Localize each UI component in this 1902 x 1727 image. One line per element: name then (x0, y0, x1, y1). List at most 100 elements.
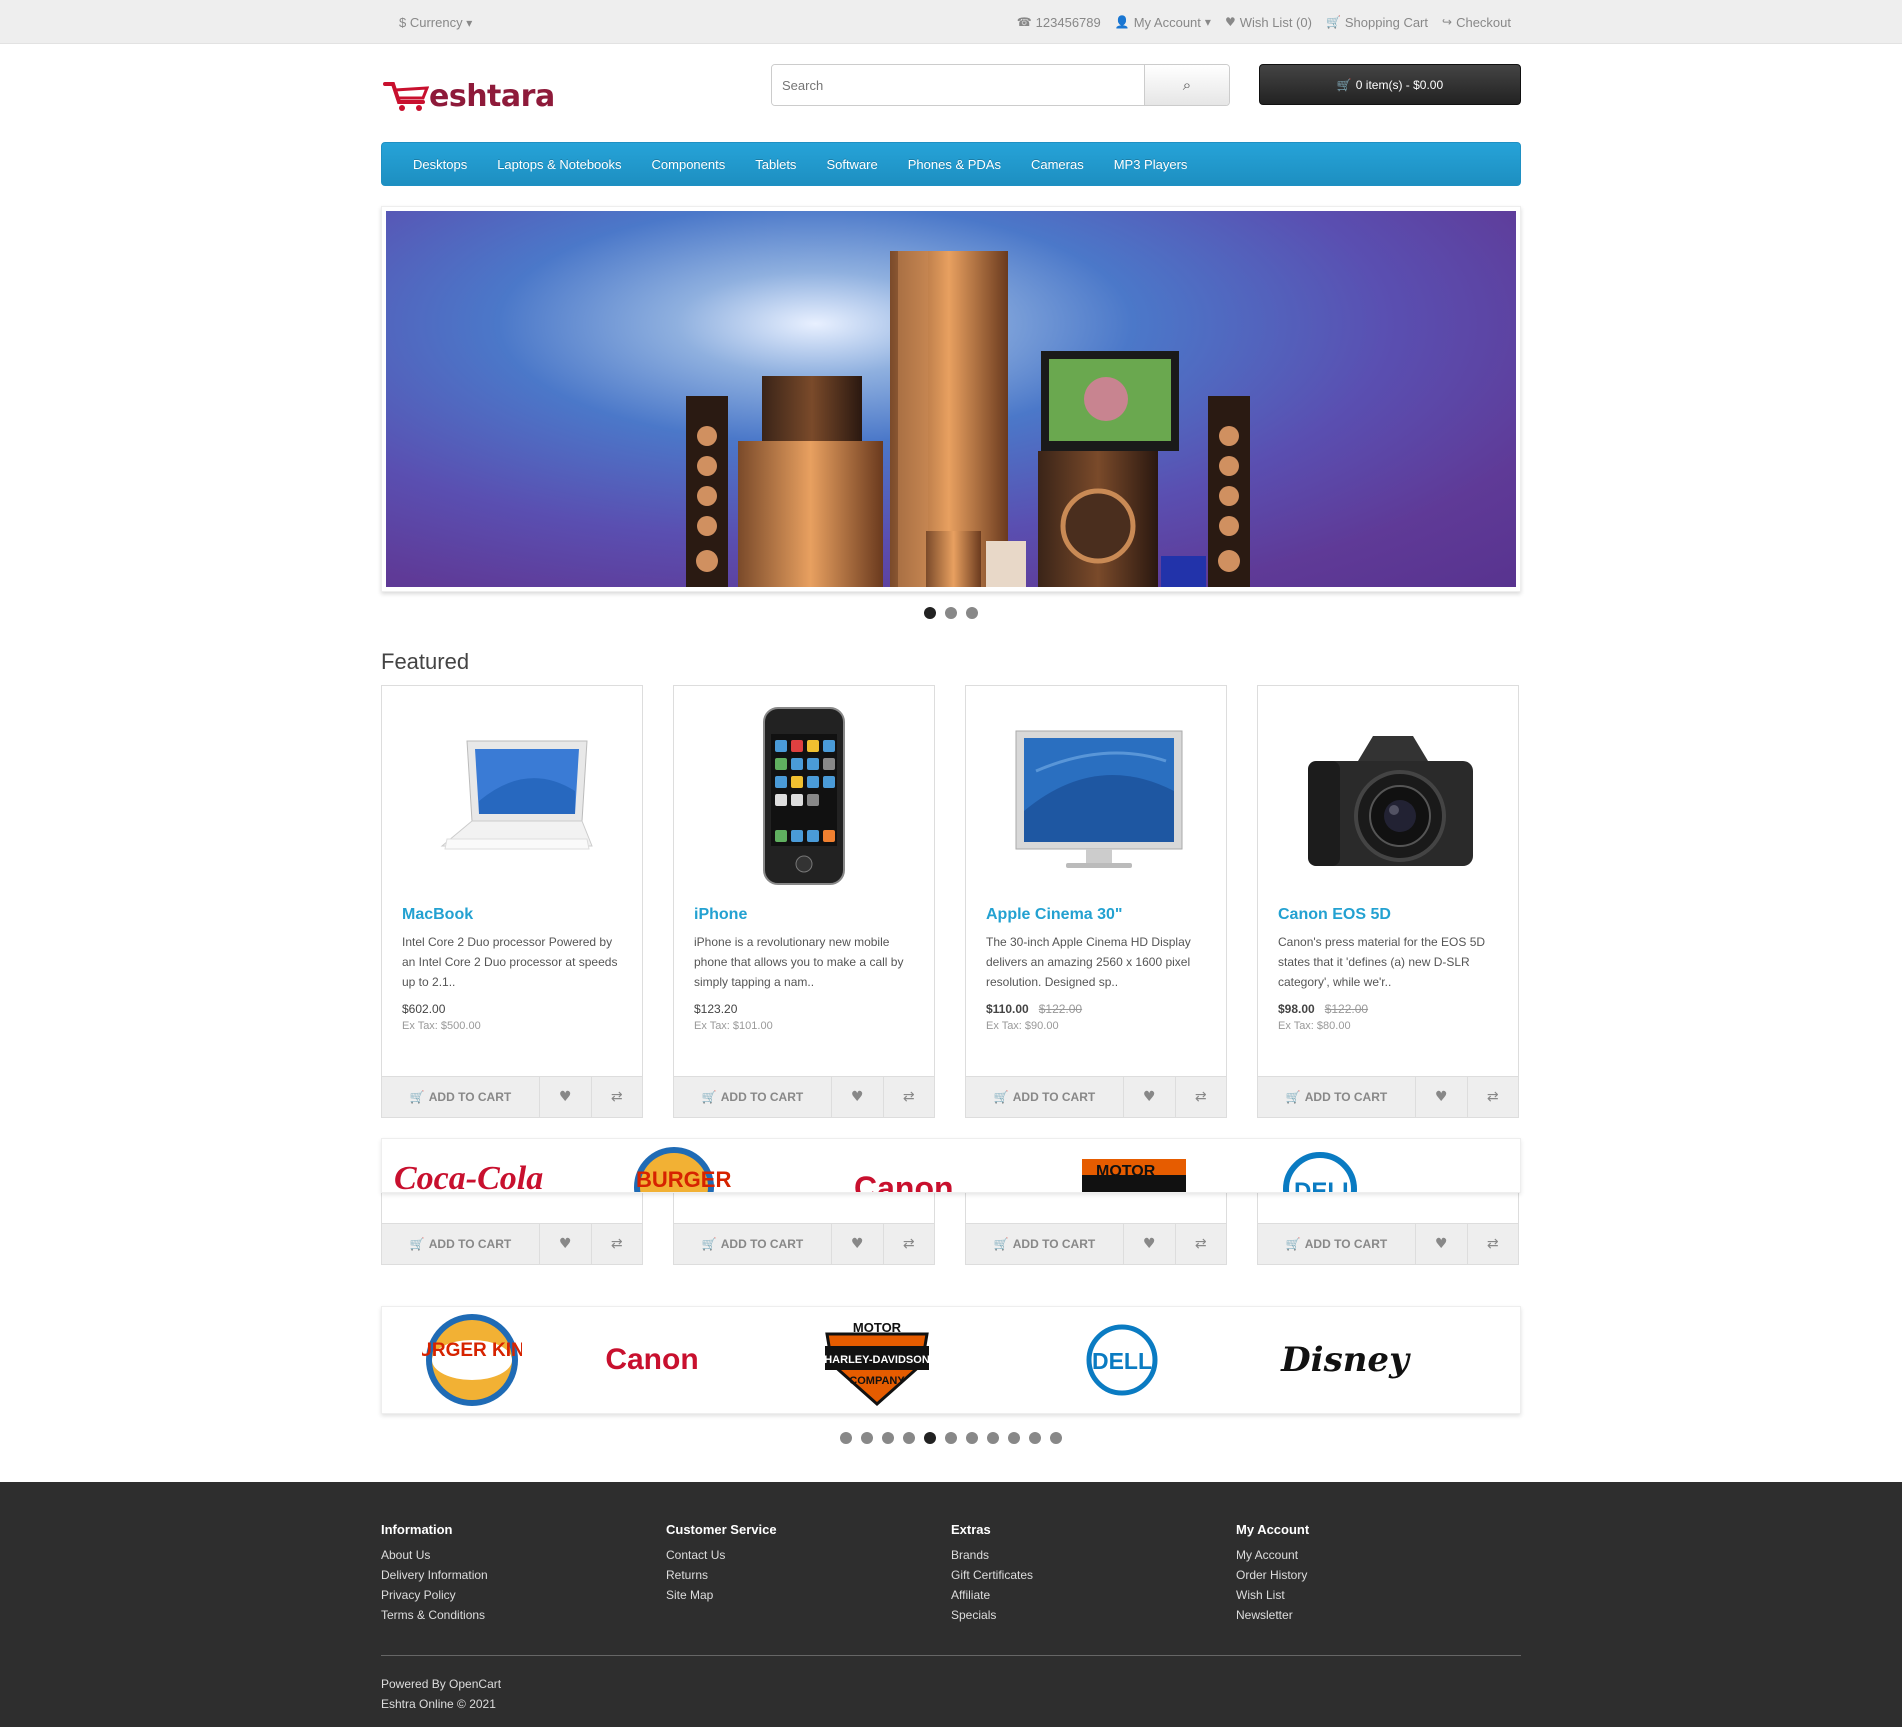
product-extax: Ex Tax: $90.00 (986, 1020, 1059, 1032)
search-box: ⌕ (771, 64, 1230, 106)
add-to-cart-button[interactable]: 🛒 ADD TO CART (382, 1077, 540, 1117)
compare-button[interactable]: ⇄ (592, 1077, 643, 1117)
add-to-cart-button[interactable]: 🛒 ADD TO CART (382, 1224, 540, 1264)
compare-button[interactable]: ⇄ (1468, 1224, 1519, 1264)
footer-link[interactable]: Privacy Policy (381, 1585, 666, 1605)
menu-item-components[interactable]: Components (637, 157, 741, 172)
wish-list-link[interactable]: ♥ Wish List (0) (1225, 15, 1312, 30)
my-account-dropdown[interactable]: 👤 My Account ▾ (1115, 15, 1211, 30)
footer-link[interactable]: Terms & Conditions (381, 1605, 666, 1625)
wishlist-button[interactable]: ♥ (1416, 1224, 1468, 1264)
wishlist-button[interactable]: ♥ (1124, 1224, 1176, 1264)
slide-dot[interactable] (945, 607, 957, 619)
carousel-dot[interactable] (882, 1432, 894, 1444)
add-to-cart-button[interactable]: 🛒 ADD TO CART (1258, 1077, 1416, 1117)
compare-button[interactable]: ⇄ (1176, 1077, 1227, 1117)
slideshow[interactable] (381, 206, 1521, 592)
add-to-cart-button[interactable]: 🛒 ADD TO CART (966, 1077, 1124, 1117)
shopping-cart-link[interactable]: 🛒 Shopping Cart (1326, 15, 1428, 30)
slide-dot[interactable] (966, 607, 978, 619)
product-name[interactable]: Canon EOS 5D (1278, 906, 1498, 924)
wishlist-button[interactable]: ♥ (832, 1224, 884, 1264)
brand-logo-burger-king[interactable]: BURGER KING (382, 1307, 562, 1413)
footer-link[interactable]: Returns (666, 1565, 951, 1585)
currency-dropdown[interactable]: $ Currency ▾ (399, 15, 472, 30)
carousel-dot[interactable] (840, 1432, 852, 1444)
slide-dot[interactable] (924, 607, 936, 619)
footer-heading: Information (381, 1522, 453, 1537)
footer-link[interactable]: Site Map (666, 1585, 951, 1605)
wishlist-button[interactable]: ♥ (1416, 1077, 1468, 1117)
brand-logo-dell[interactable]: DELL (1032, 1307, 1212, 1413)
footer-link[interactable]: Delivery Information (381, 1565, 666, 1585)
menu-item-software[interactable]: Software (811, 157, 892, 172)
search-input[interactable] (772, 65, 1144, 105)
product-image-macbook[interactable] (392, 696, 632, 896)
cart-button[interactable]: 🛒 0 item(s) - $0.00 (1259, 64, 1521, 105)
footer-column-customer-service: Customer Service Contact Us Returns Site… (666, 1522, 951, 1625)
compare-button[interactable]: ⇄ (592, 1224, 643, 1264)
product-image-apple-cinema[interactable] (976, 696, 1216, 896)
footer-link[interactable]: Affiliate (951, 1585, 1236, 1605)
footer-link[interactable]: My Account (1236, 1545, 1521, 1565)
wishlist-button[interactable]: ♥ (1124, 1077, 1176, 1117)
product-name[interactable]: Apple Cinema 30" (986, 906, 1206, 924)
compare-button[interactable]: ⇄ (884, 1077, 935, 1117)
brand-label: BURGER KING (422, 1340, 522, 1361)
carousel-dot[interactable] (1029, 1432, 1041, 1444)
exchange-icon: ⇄ (1194, 1089, 1207, 1105)
compare-button[interactable]: ⇄ (1176, 1224, 1227, 1264)
add-to-cart-button[interactable]: 🛒 ADD TO CART (674, 1224, 832, 1264)
menu-item-mp3[interactable]: MP3 Players (1099, 157, 1203, 172)
menu-item-desktops[interactable]: Desktops (398, 157, 482, 172)
carousel-dot[interactable] (1050, 1432, 1062, 1444)
product-image-iphone[interactable] (684, 696, 924, 896)
search-button[interactable]: ⌕ (1144, 65, 1229, 105)
cart-icon: 🛒 (1325, 15, 1341, 29)
logo[interactable]: eshtara (383, 78, 555, 114)
wishlist-button[interactable]: ♥ (540, 1224, 592, 1264)
footer-link[interactable]: Contact Us (666, 1545, 951, 1565)
exchange-icon: ⇄ (610, 1089, 623, 1105)
menu-item-cameras[interactable]: Cameras (1016, 157, 1099, 172)
carousel-dot[interactable] (945, 1432, 957, 1444)
product-description: The 30-inch Apple Cinema HD Display deli… (986, 935, 1191, 989)
add-to-cart-button[interactable]: 🛒 ADD TO CART (674, 1077, 832, 1117)
footer-link[interactable]: Gift Certificates (951, 1565, 1236, 1585)
add-to-cart-button[interactable]: 🛒 ADD TO CART (1258, 1224, 1416, 1264)
carousel-dot[interactable] (1008, 1432, 1020, 1444)
footer-link[interactable]: About Us (381, 1545, 666, 1565)
heart-icon: ♥ (558, 1089, 572, 1105)
brand-logo-disney[interactable]: Disney (1255, 1307, 1435, 1413)
featured-products: MacBook Intel Core 2 Duo processor Power… (381, 685, 1521, 1118)
wishlist-button[interactable]: ♥ (540, 1077, 592, 1117)
footer-link[interactable]: Brands (951, 1545, 1236, 1565)
exchange-icon: ⇄ (1194, 1236, 1207, 1252)
carousel-dot[interactable] (903, 1432, 915, 1444)
menu-item-laptops[interactable]: Laptops & Notebooks (482, 157, 636, 172)
phone-link[interactable]: ☎ 123456789 (1017, 15, 1101, 30)
wishlist-button[interactable]: ♥ (832, 1077, 884, 1117)
product-name[interactable]: iPhone (694, 906, 914, 924)
footer-column-information: Information About Us Delivery Informatio… (381, 1522, 666, 1625)
menu-item-phones[interactable]: Phones & PDAs (893, 157, 1016, 172)
menu-item-tablets[interactable]: Tablets (740, 157, 811, 172)
checkout-link[interactable]: ↪ Checkout (1442, 15, 1511, 30)
carousel-dot[interactable] (924, 1432, 936, 1444)
carousel-dot[interactable] (987, 1432, 999, 1444)
compare-button[interactable]: ⇄ (1468, 1077, 1519, 1117)
compare-button[interactable]: ⇄ (884, 1224, 935, 1264)
brand-logo-canon[interactable]: Canon (562, 1307, 742, 1413)
add-to-cart-button[interactable]: 🛒 ADD TO CART (966, 1224, 1124, 1264)
product-name[interactable]: MacBook (402, 906, 622, 924)
footer-link[interactable]: Wish List (1236, 1585, 1521, 1605)
opencart-link[interactable]: OpenCart (449, 1677, 501, 1691)
brand-carousel[interactable]: BURGER KING Canon MOTOR HARLEY-DAVIDSON … (381, 1306, 1521, 1414)
footer-link[interactable]: Newsletter (1236, 1605, 1521, 1625)
brand-logo-harley-davidson[interactable]: MOTOR HARLEY-DAVIDSON COMPANY (787, 1307, 967, 1413)
product-image-canon-eos[interactable] (1268, 696, 1508, 896)
footer-link[interactable]: Order History (1236, 1565, 1521, 1585)
carousel-dot[interactable] (861, 1432, 873, 1444)
carousel-dot[interactable] (966, 1432, 978, 1444)
footer-link[interactable]: Specials (951, 1605, 1236, 1625)
